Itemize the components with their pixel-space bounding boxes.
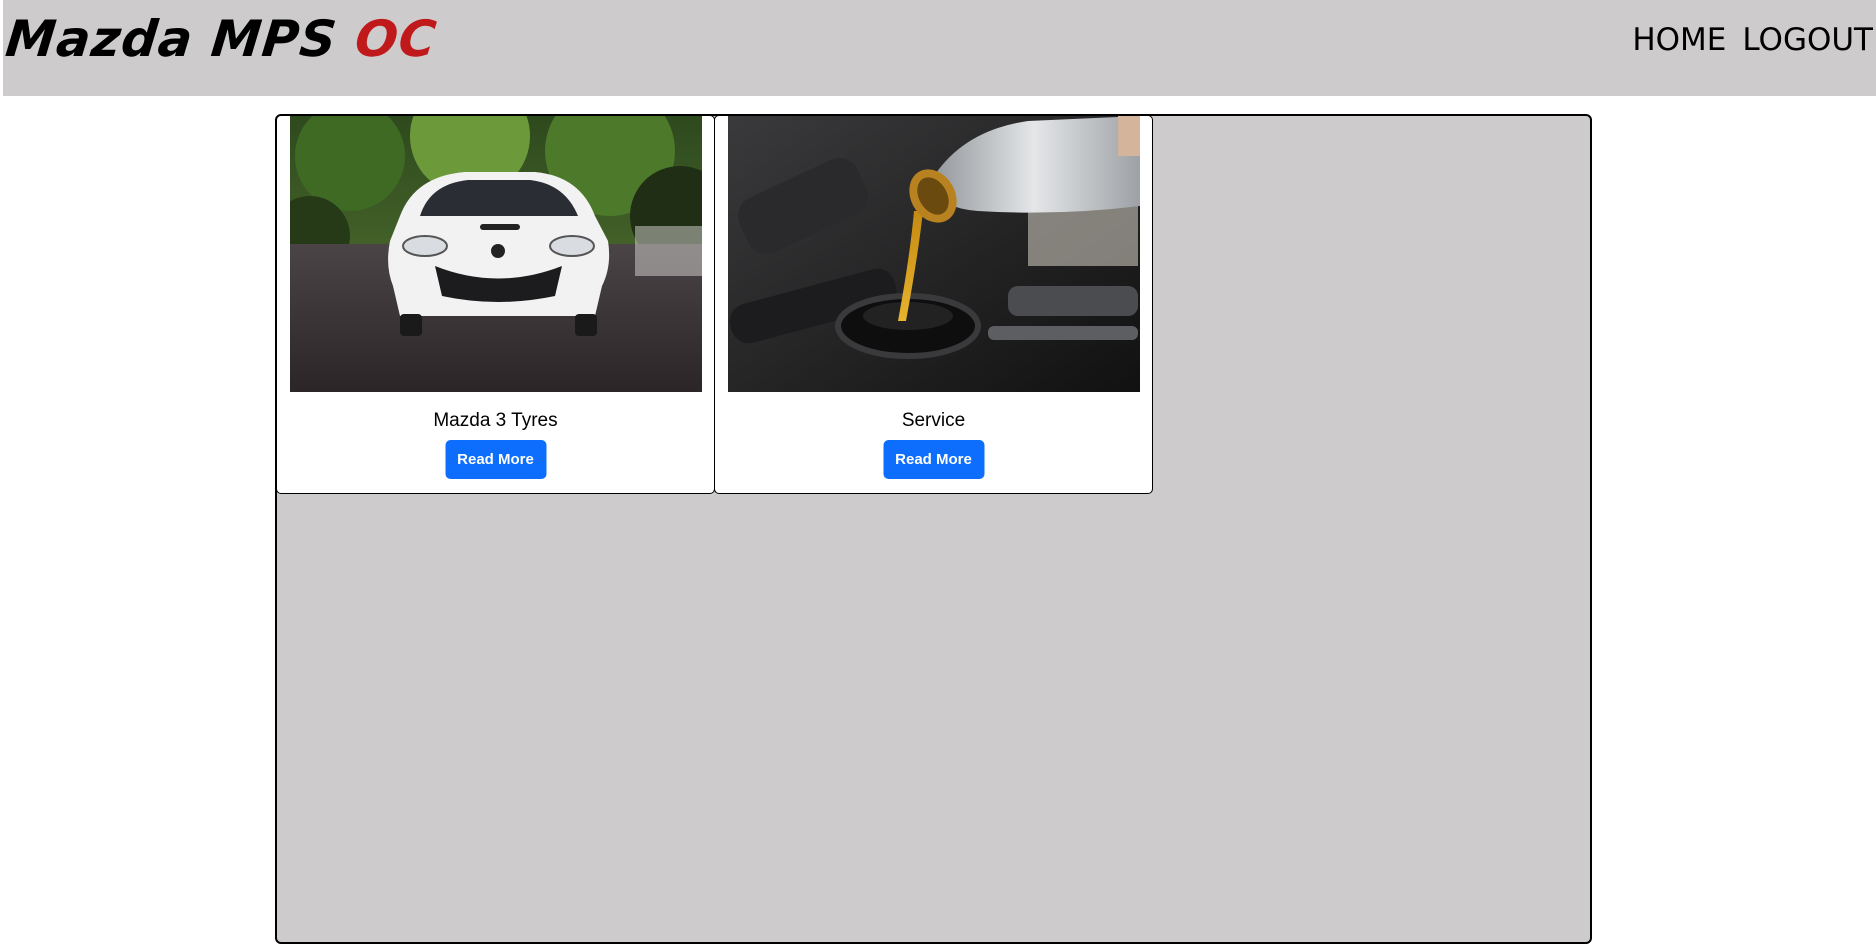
- card-title: Service: [901, 410, 966, 431]
- brand-accent: OC: [352, 10, 440, 68]
- read-more-button[interactable]: Read More: [445, 440, 546, 479]
- card-title: Mazda 3 Tyres: [433, 410, 558, 431]
- read-more-button[interactable]: Read More: [883, 440, 984, 479]
- brand-name: Mazda MPS: [2, 10, 341, 68]
- nav-logout-link[interactable]: LOGOUT: [1742, 22, 1873, 58]
- article-card: Mazda 3 Tyres Read More: [276, 115, 715, 494]
- card-image-car: [290, 116, 702, 392]
- nav-home-link[interactable]: HOME: [1632, 22, 1726, 58]
- top-nav: HOME LOGOUT: [1632, 22, 1873, 58]
- card-image-oil: [728, 116, 1140, 392]
- site-header: Mazda MPS OC HOME LOGOUT: [3, 0, 1876, 96]
- article-card: Service Read More: [714, 115, 1153, 494]
- site-logo[interactable]: Mazda MPS OC: [3, 10, 440, 68]
